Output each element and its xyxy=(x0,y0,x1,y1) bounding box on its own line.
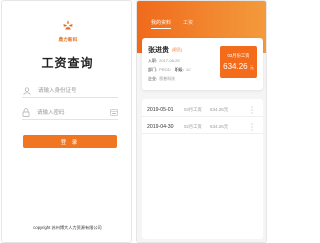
department-value: PROD xyxy=(159,67,171,72)
company-value: 恩普科技 xyxy=(159,76,176,81)
page-title: 工资查询 xyxy=(41,56,94,70)
position-label: 职级: xyxy=(174,67,184,72)
salary-record-list: 2019-05-01 03月工资 634.26元 2019-04-30 02月工… xyxy=(142,99,263,239)
id-number-field xyxy=(22,84,118,98)
login-panel: 鼎力新科 工资查询 登 录 copyright 苏州博 xyxy=(1,0,132,243)
company-label: 企业: xyxy=(148,76,158,81)
company-line: 企业: 恩普科技 xyxy=(148,76,175,82)
password-field xyxy=(22,106,118,120)
record-amount: 634.26元 xyxy=(210,106,229,112)
current-salary-badge[interactable]: 03月份工资 634.26 元 xyxy=(220,46,257,78)
salary-app-panel: 我的资料 工资 张进贵 (职员) 入职: 2017-08-25 部门: PROD 职级… xyxy=(136,0,267,243)
record-type: 02月工资 xyxy=(184,123,202,129)
list-item[interactable]: 2019-04-30 02月工资 634.26元 xyxy=(142,120,263,134)
record-date: 2019-05-01 xyxy=(147,106,174,113)
salary-badge-unit: 元 xyxy=(249,65,254,70)
employee-name: 张进贵 xyxy=(148,47,169,54)
user-icon xyxy=(22,86,32,96)
login-button[interactable]: 登 录 xyxy=(23,135,117,148)
tab-my-profile[interactable]: 我的资料 xyxy=(151,19,172,29)
record-date: 2019-04-30 xyxy=(147,123,174,130)
department-line: 部门: PROD 职级: 1C xyxy=(148,67,191,73)
more-vertical-icon[interactable] xyxy=(251,122,253,131)
record-amount: 634.26元 xyxy=(210,123,229,129)
role-tag: (职员) xyxy=(172,47,183,52)
lock-icon xyxy=(22,108,31,118)
position-value: 1C xyxy=(185,67,191,72)
logo-flame-icon xyxy=(63,20,73,30)
salary-badge-label: 03月份工资 xyxy=(227,53,250,58)
list-item[interactable]: 2019-05-01 03月工资 634.26元 xyxy=(142,103,263,117)
tab-salary[interactable]: 工资 xyxy=(183,19,193,29)
more-vertical-icon[interactable] xyxy=(251,105,253,114)
keyboard-icon[interactable] xyxy=(110,109,118,116)
hire-date-line: 入职: 2017-08-25 xyxy=(148,58,180,64)
copyright-text: copyright 苏州博大人力资源有限公司 xyxy=(33,225,102,230)
id-number-input[interactable] xyxy=(38,84,118,97)
company-logo: 鼎力新科 xyxy=(55,18,81,43)
salary-badge-amount: 634.26 xyxy=(223,62,248,71)
hire-date-value: 2017-08-25 xyxy=(159,58,180,63)
tab-bar: 我的资料 工资 xyxy=(151,19,193,29)
logo-text: 鼎力新科 xyxy=(58,37,78,42)
hire-date-label: 入职: xyxy=(148,58,158,63)
name-row: 张进贵 (职员) xyxy=(148,45,182,55)
department-label: 部门: xyxy=(148,67,158,72)
record-type: 03月工资 xyxy=(184,106,202,112)
profile-card: 张进贵 (职员) 入职: 2017-08-25 部门: PROD 职级: 1C 企业: 恩… xyxy=(142,38,263,90)
password-input[interactable] xyxy=(36,106,108,119)
